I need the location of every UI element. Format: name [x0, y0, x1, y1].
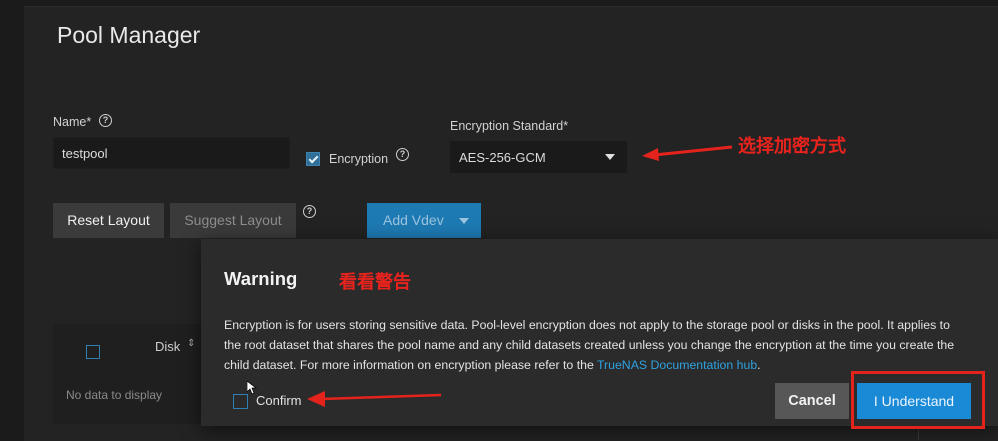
help-icon[interactable]: ?	[396, 148, 409, 161]
dialog-body: Encryption is for users storing sensitiv…	[224, 315, 964, 375]
encryption-standard-value: AES-256-GCM	[459, 150, 546, 165]
caret-down-icon	[459, 218, 469, 224]
dialog-title: Warning	[224, 268, 298, 289]
cancel-button[interactable]: Cancel	[775, 383, 849, 419]
name-label: Name*	[53, 115, 92, 129]
reset-layout-button[interactable]: Reset Layout	[53, 203, 164, 238]
select-all-checkbox[interactable]	[86, 345, 100, 359]
annotation-highlight-box	[851, 371, 985, 429]
page-title: Pool Manager	[57, 22, 201, 48]
mouse-cursor-icon	[247, 381, 257, 395]
help-icon[interactable]: ?	[303, 205, 316, 218]
encryption-label: Encryption	[329, 152, 389, 166]
encryption-standard-select[interactable]: AES-256-GCM	[450, 141, 627, 173]
encryption-checkbox[interactable]	[306, 152, 320, 166]
documentation-link[interactable]: TrueNAS Documentation hub	[597, 358, 757, 372]
name-input[interactable]: testpool	[53, 137, 290, 169]
dialog-body-text: Encryption is for users storing sensitiv…	[224, 318, 955, 372]
annotation-arrow-confirm	[307, 391, 442, 407]
sort-icon[interactable]: ⇕	[187, 338, 195, 349]
suggest-layout-button[interactable]: Suggest Layout	[170, 203, 296, 238]
caret-down-icon	[605, 154, 615, 160]
add-vdev-button[interactable]: Add Vdev	[367, 203, 481, 238]
table-empty-text: No data to display	[66, 388, 163, 402]
annotation-choose-encryption: 选择加密方式	[738, 136, 846, 156]
confirm-checkbox[interactable]	[233, 394, 248, 409]
column-header-disk[interactable]: Disk	[155, 339, 180, 354]
add-vdev-label: Add Vdev	[383, 212, 444, 228]
annotation-arrow-encryption	[642, 145, 733, 161]
confirm-label[interactable]: Confirm	[256, 393, 302, 408]
dialog-body-end: .	[757, 358, 761, 372]
help-icon[interactable]: ?	[99, 114, 112, 127]
disk-table	[53, 324, 205, 424]
encryption-standard-label: Encryption Standard*	[450, 119, 569, 133]
annotation-read-warning: 看看警告	[339, 272, 411, 292]
